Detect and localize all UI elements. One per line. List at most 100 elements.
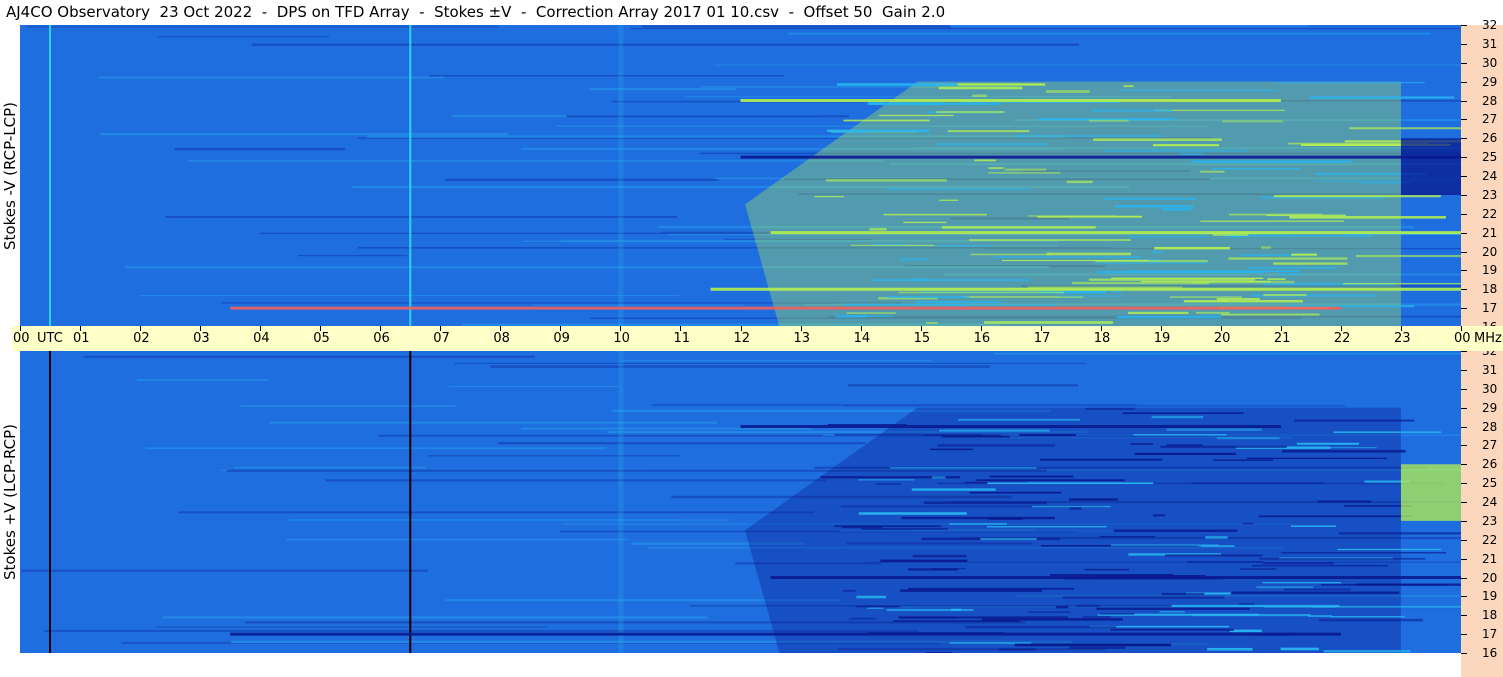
top-band (771, 231, 1461, 234)
bottom-region-streak (989, 517, 1023, 519)
top-region-streak (1170, 296, 1242, 298)
top-texture-streak (188, 160, 884, 162)
top-region-streak (1117, 316, 1221, 318)
bottom-region-streak (1262, 582, 1341, 583)
bottom-texture-streak (428, 455, 680, 456)
bottom-region-streak (932, 476, 946, 478)
bottom-region-streak (1205, 536, 1227, 539)
top-region-streak (1123, 85, 1133, 87)
bottom-freq-tick-label: 27 (1482, 439, 1497, 451)
bottom-region-streak (1330, 616, 1404, 617)
top-texture-streak (99, 76, 444, 78)
bottom-region-streak (1040, 459, 1162, 461)
bottom-texture-streak (137, 379, 268, 381)
bottom-region-streak (1135, 453, 1236, 455)
time-tick-label: 18 (1094, 332, 1111, 345)
bottom-texture-streak (162, 616, 707, 618)
top-freq-tick-label: 29 (1482, 76, 1497, 88)
top-freq-tick-label: 22 (1482, 208, 1497, 220)
bottom-region-streak (876, 483, 901, 484)
bottom-region-streak (1162, 593, 1205, 595)
top-region-streak (1217, 298, 1260, 300)
top-region-streak (837, 83, 958, 86)
top-band (230, 307, 1341, 310)
bottom-texture-streak (622, 360, 933, 361)
top-texture-streak (252, 43, 1079, 45)
bottom-region-streak (1130, 443, 1153, 445)
top-region-streak (1196, 312, 1230, 314)
bottom-region-streak (980, 538, 1036, 540)
time-tick-label: 06 (373, 332, 390, 345)
bottom-freq-tick-mark (1461, 634, 1467, 635)
top-region-streak (1222, 120, 1283, 122)
bottom-region-streak (1339, 532, 1461, 535)
top-region-streak (1111, 291, 1121, 293)
bottom-vertical-line (49, 351, 51, 653)
top-freq-tick-mark (1461, 25, 1467, 26)
top-freq-tick-label: 32 (1482, 19, 1497, 31)
bottom-region-streak (858, 479, 914, 480)
top-region-streak (886, 189, 1029, 190)
top-region-streak (843, 304, 964, 306)
bottom-region-streak (1308, 615, 1332, 617)
bottom-region-streak (1281, 648, 1319, 651)
bottom-region-streak (949, 523, 1007, 525)
bottom-region-streak (1240, 568, 1276, 570)
bottom-region-streak (1070, 507, 1081, 510)
top-region-streak (879, 115, 954, 116)
top-freq-tick-mark (1461, 157, 1467, 158)
bottom-region-streak (1019, 434, 1076, 436)
top-region-streak (843, 120, 929, 122)
top-freq-tick-mark (1461, 195, 1467, 196)
top-region-streak (1191, 281, 1294, 284)
bottom-region-streak (982, 618, 1123, 621)
top-band (741, 99, 1281, 102)
top-region-streak (1111, 278, 1263, 279)
bottom-freq-tick-label: 30 (1482, 383, 1497, 395)
bottom-freq-tick-label: 29 (1482, 402, 1497, 414)
bottom-region-streak (1111, 629, 1234, 631)
bottom-region-streak (941, 436, 1009, 438)
top-region-streak (1184, 300, 1303, 302)
bottom-region-streak (976, 479, 1125, 481)
time-tick-label: 08 (493, 332, 510, 345)
bottom-region-streak (1167, 428, 1262, 431)
bottom-region-streak (913, 555, 967, 557)
bottom-freq-tick-mark (1461, 427, 1467, 428)
time-axis-unit: UTC (37, 332, 63, 345)
bottom-region-streak (900, 589, 1042, 592)
top-freq-tick-mark (1461, 289, 1467, 290)
bottom-texture-streak (286, 539, 628, 540)
bottom-region-streak (1123, 412, 1244, 414)
bottom-region-streak (1256, 586, 1313, 588)
bottom-freq-tick-mark (1461, 483, 1467, 484)
bottom-region-streak (1153, 514, 1165, 516)
bottom-region-streak (912, 488, 996, 491)
top-freq-tick-label: 17 (1482, 302, 1497, 314)
bottom-region-streak (1317, 500, 1371, 502)
bottom-region-streak (1187, 561, 1263, 563)
time-tick-label: 16 (974, 332, 991, 345)
bottom-region-streak (1282, 450, 1406, 453)
top-region-streak (1161, 208, 1191, 211)
top-region-streak (1155, 110, 1285, 111)
bottom-region-streak (1160, 446, 1287, 448)
top-panel-ylabel-text: Stokes -V (RCP-LCP) (1, 102, 19, 250)
top-region-streak (926, 322, 937, 324)
top-texture-streak (714, 64, 1461, 65)
bottom-region-streak (856, 596, 886, 599)
top-region-streak (989, 167, 1004, 169)
top-region-streak (939, 87, 1023, 90)
top-region-streak (936, 111, 1004, 113)
bottom-region-streak (867, 608, 883, 609)
top-freq-tick-mark (1461, 101, 1467, 102)
bottom-region-streak (987, 526, 1107, 527)
bottom-texture-streak (326, 479, 827, 481)
top-region-streak (887, 296, 969, 298)
top-region-streak (1097, 271, 1202, 273)
top-block (1401, 138, 1461, 195)
top-freq-tick-label: 23 (1482, 189, 1497, 201)
top-freq-tick-label: 24 (1482, 170, 1497, 182)
bottom-freq-tick-label: 24 (1482, 496, 1497, 508)
bottom-region-streak (1239, 603, 1254, 604)
